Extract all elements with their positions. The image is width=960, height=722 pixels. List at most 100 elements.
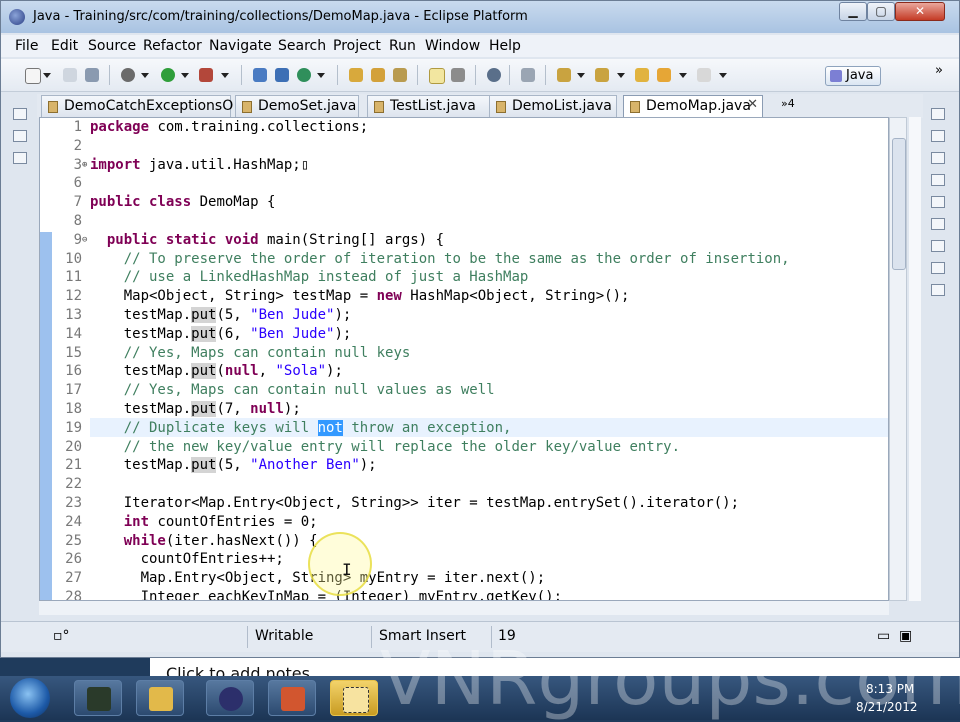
menu-project[interactable]: Project (333, 38, 381, 54)
annotation-icon[interactable] (521, 68, 535, 82)
previous-annotation-icon[interactable] (595, 68, 609, 82)
show-whitespace-icon[interactable] (451, 68, 465, 82)
save-icon[interactable] (63, 68, 77, 82)
new-dropdown-icon[interactable] (43, 73, 51, 78)
tab-testlist[interactable]: TestList.java (367, 95, 491, 117)
menu-refactor[interactable]: Refactor (143, 38, 202, 54)
new-java-project-icon[interactable] (253, 68, 267, 82)
previous-annotation-dropdown-icon[interactable] (617, 73, 625, 78)
java-editor[interactable]: 1 package com.training.collections; 2 3 ⊕ imp… (39, 117, 889, 601)
last-edit-location-icon[interactable] (635, 68, 649, 82)
external-tools-icon[interactable] (199, 68, 213, 82)
java-file-icon (630, 101, 640, 113)
debug-dropdown-icon[interactable] (141, 73, 149, 78)
search-view-icon[interactable] (931, 262, 945, 274)
external-tools-dropdown-icon[interactable] (221, 73, 229, 78)
progress-view-icon[interactable] (931, 284, 945, 296)
restore-icon[interactable] (13, 108, 27, 120)
close-tab-icon[interactable]: ✕ (747, 97, 758, 112)
menu-run[interactable]: Run (389, 38, 416, 54)
status-insert-mode: Smart Insert (379, 628, 466, 644)
line-number: 2 (73, 137, 82, 154)
next-annotation-icon[interactable] (557, 68, 571, 82)
editor-horizontal-scrollbar[interactable] (39, 601, 889, 615)
menu-file[interactable]: File (15, 38, 38, 54)
line-number: 25 (65, 532, 82, 549)
forward-dropdown-icon[interactable] (719, 73, 727, 78)
code-text: testMap.put(5, "Another Ben"); (90, 457, 377, 474)
run-dropdown-icon[interactable] (181, 73, 189, 78)
taskbar-screen-recorder[interactable] (330, 680, 378, 716)
maximize-status-icon[interactable]: ▣ (899, 628, 912, 644)
toggle-mark-occurrences-icon[interactable] (429, 68, 445, 84)
mouse-highlight-ring (308, 532, 372, 596)
open-task-icon[interactable] (371, 68, 385, 82)
line-number: 8 (73, 213, 82, 229)
close-button[interactable]: ✕ (895, 2, 945, 21)
next-annotation-dropdown-icon[interactable] (577, 73, 585, 78)
javadoc-icon[interactable] (931, 152, 945, 164)
new-package-icon[interactable] (275, 68, 289, 82)
expand-fold-icon[interactable]: ⊕ (82, 156, 87, 175)
minimize-button[interactable]: ▁ (839, 2, 867, 21)
start-button[interactable] (10, 678, 50, 718)
restore-right-icon[interactable] (931, 108, 945, 120)
search-icon[interactable] (393, 68, 407, 82)
line-number: 27 (65, 570, 82, 587)
editor-vertical-scrollbar[interactable] (889, 117, 907, 601)
new-icon[interactable] (25, 68, 41, 84)
scrollbar-thumb[interactable] (892, 138, 906, 270)
code-text: int countOfEntries = 0; (123, 513, 318, 530)
task-list-icon[interactable] (931, 218, 945, 230)
taskbar-powerpoint[interactable] (268, 680, 316, 716)
clock-date[interactable]: 8/21/2012 (856, 700, 918, 714)
problems-icon[interactable] (931, 130, 945, 142)
debug-icon[interactable] (121, 68, 135, 82)
menu-help[interactable]: Help (489, 38, 521, 54)
menu-edit[interactable]: Edit (51, 38, 78, 54)
menu-window[interactable]: Window (425, 38, 480, 54)
fast-view-icon[interactable]: ▫° (53, 628, 70, 644)
forward-icon[interactable] (697, 68, 711, 82)
new-class-icon[interactable] (297, 68, 311, 82)
package-explorer-icon[interactable] (13, 130, 27, 142)
new-class-dropdown-icon[interactable] (317, 73, 325, 78)
line-number: 3 (73, 156, 82, 173)
title-bar[interactable]: Java - Training/src/com/training/collect… (1, 1, 959, 33)
taskbar-command-prompt[interactable] (74, 680, 122, 716)
menu-search[interactable]: Search (278, 38, 326, 54)
hierarchy-icon[interactable] (13, 152, 27, 164)
print-icon[interactable] (85, 68, 99, 82)
toolbar-overflow-icon[interactable]: » (935, 63, 943, 78)
line-number: 16 (65, 363, 82, 380)
window-title: Java - Training/src/com/training/collect… (33, 9, 528, 24)
tab-label: DemoList.java (512, 98, 612, 114)
clock-time[interactable]: 8:13 PM (866, 682, 914, 696)
tab-label: TestList.java (390, 98, 476, 114)
recorder-icon (343, 687, 369, 713)
tab-demomap[interactable]: DemoMap.java ✕ (623, 95, 763, 117)
powerpoint-notes-pane[interactable]: Click to add notes (150, 658, 960, 678)
taskbar-explorer[interactable] (136, 680, 184, 716)
menu-navigate[interactable]: Navigate (209, 38, 272, 54)
perspective-label: Java (846, 68, 874, 83)
java-perspective-button[interactable]: Java (825, 66, 881, 86)
back-dropdown-icon[interactable] (679, 73, 687, 78)
run-icon[interactable] (161, 68, 175, 82)
globe-icon[interactable] (487, 68, 501, 82)
collapse-fold-icon[interactable]: ⊖ (82, 231, 87, 250)
outline-icon[interactable] (931, 196, 945, 208)
declaration-icon[interactable] (931, 174, 945, 186)
tab-label: DemoCatchExceptionsO (64, 98, 234, 114)
tab-democatchexceptions[interactable]: DemoCatchExceptionsO (41, 95, 234, 117)
maximize-button[interactable]: ▢ (867, 2, 895, 21)
tab-overflow-indicator[interactable]: »4 (781, 97, 795, 110)
console-icon[interactable] (931, 240, 945, 252)
back-icon[interactable] (657, 68, 671, 82)
restore-status-icon[interactable]: ▭ (877, 628, 890, 644)
tab-demolist[interactable]: DemoList.java (489, 95, 617, 117)
tab-demoset[interactable]: DemoSet.java (235, 95, 359, 117)
open-type-icon[interactable] (349, 68, 363, 82)
menu-source[interactable]: Source (88, 38, 136, 54)
taskbar-eclipse[interactable] (206, 680, 254, 716)
